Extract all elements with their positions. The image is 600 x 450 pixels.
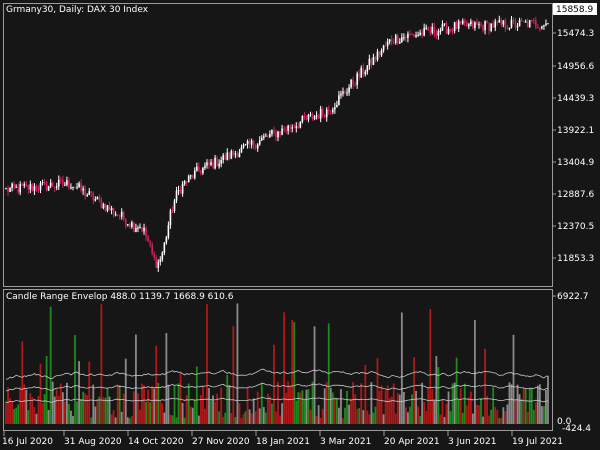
time-label: 14 Oct 2020 bbox=[128, 437, 184, 447]
price-label: 13922.1 bbox=[557, 126, 594, 136]
indicator-scale-label: -424.4 bbox=[562, 424, 591, 434]
chart-canvas[interactable]: Grmany30, Daily: DAX 30 Index 15474.3 14… bbox=[0, 0, 600, 450]
time-axis: 16 Jul 2020 31 Aug 2020 14 Oct 2020 27 N… bbox=[2, 431, 563, 447]
time-label: 18 Jan 2021 bbox=[256, 437, 310, 447]
indicator-scale-label: 6922.7 bbox=[557, 292, 589, 302]
price-label: 12370.5 bbox=[557, 222, 594, 232]
price-candles bbox=[5, 15, 549, 272]
price-label: 12887.6 bbox=[557, 190, 594, 200]
price-label: 14439.3 bbox=[557, 94, 594, 104]
chart-window[interactable]: Grmany30, Daily: DAX 30 Index 15474.3 14… bbox=[0, 0, 600, 450]
time-label: 3 Mar 2021 bbox=[320, 437, 371, 447]
main-chart-frame bbox=[3, 3, 553, 287]
price-label: 14956.6 bbox=[557, 62, 594, 72]
chart-title: Grmany30, Daily: DAX 30 Index bbox=[6, 5, 149, 15]
price-scale: 15474.3 14956.6 14439.3 13922.1 13404.9 … bbox=[552, 29, 594, 264]
time-label: 27 Nov 2020 bbox=[192, 437, 250, 447]
price-label: 15474.3 bbox=[557, 29, 594, 39]
time-label: 3 Jun 2021 bbox=[448, 437, 496, 447]
current-price-label: 15858.9 bbox=[556, 5, 593, 15]
price-label: 13404.9 bbox=[557, 158, 594, 168]
price-label: 11853.3 bbox=[557, 254, 594, 264]
indicator-scale: 6922.7 0.0 -424.4 bbox=[552, 292, 591, 434]
time-label: 19 Jul 2021 bbox=[512, 437, 563, 447]
time-label: 20 Apr 2021 bbox=[384, 437, 440, 447]
indicator-title: Candle Range Envelop 488.0 1139.7 1668.9… bbox=[6, 292, 234, 302]
time-label: 31 Aug 2020 bbox=[64, 437, 122, 447]
time-label: 16 Jul 2020 bbox=[2, 437, 53, 447]
indicator-histogram bbox=[5, 303, 549, 424]
current-price-badge: 15858.9 bbox=[553, 3, 597, 15]
